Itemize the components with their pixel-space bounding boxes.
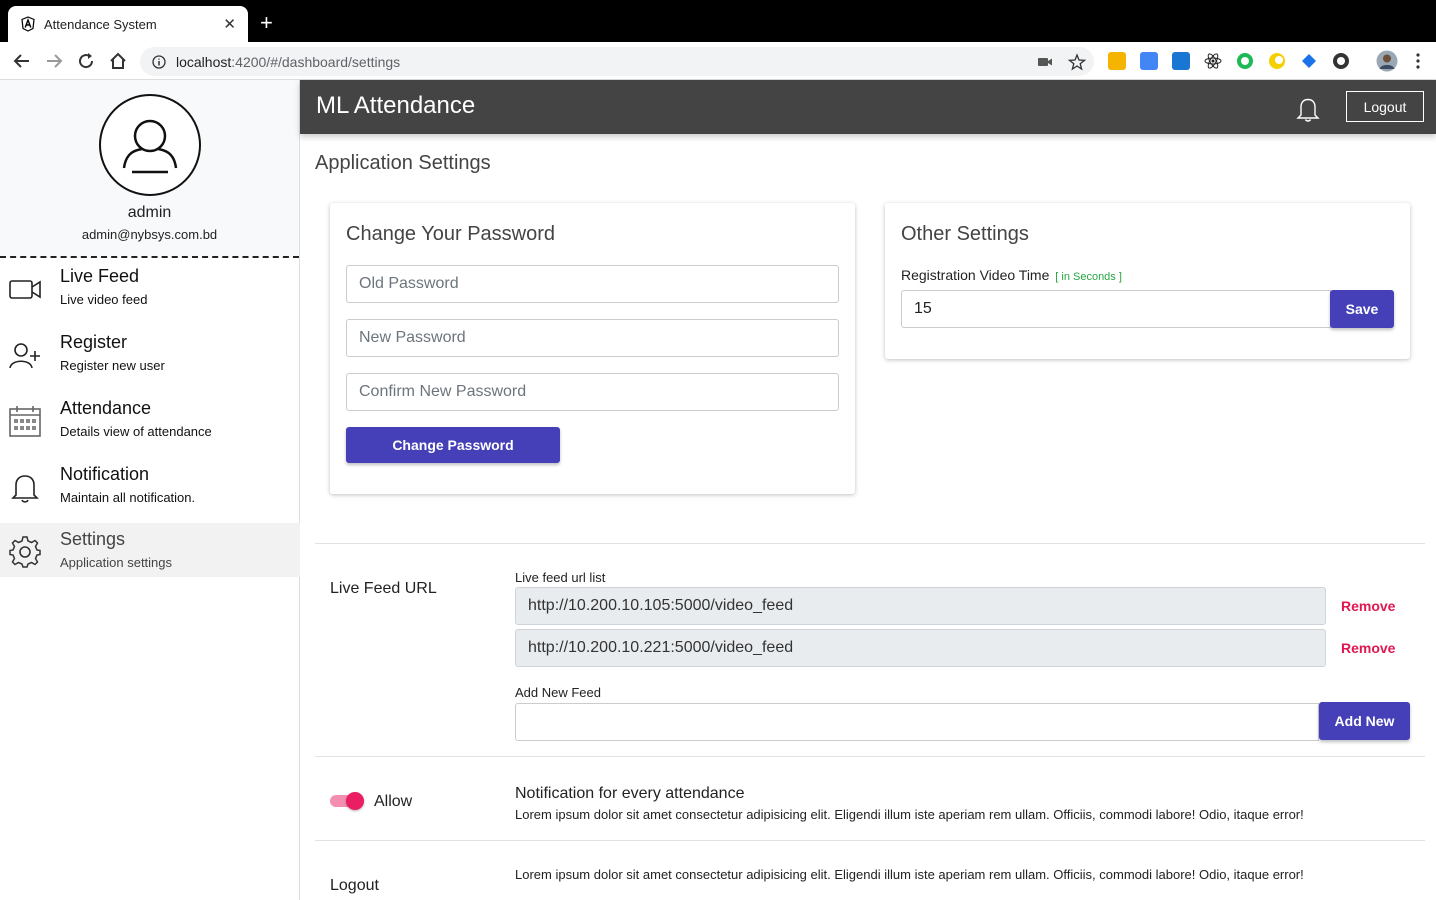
url-path: :4200/#/dashboard/settings [231,53,401,70]
feed-url-row: http://10.200.10.105:5000/video_feed [515,587,1326,625]
add-feed-label: Add New Feed [515,685,601,700]
change-password-title: Change Your Password [346,223,556,245]
url-host: localhost [176,53,232,70]
extension-diamond-icon[interactable] [1300,52,1318,70]
remove-feed-link[interactable]: Remove [1341,640,1395,656]
sidebar-item-subtitle: Register new user [60,358,165,373]
bookmark-star-icon[interactable] [1068,53,1086,71]
divider [315,543,1425,544]
page-title: Application Settings [315,152,491,174]
extension-s-icon[interactable] [1172,52,1190,70]
user-avatar-icon [122,119,177,174]
profile-avatar-icon[interactable] [1376,50,1398,72]
sidebar-item-subtitle: Live video feed [60,292,148,307]
avatar [98,94,201,196]
info-icon[interactable] [152,54,166,69]
brand-title: ML Attendance [316,92,476,119]
browser-tab[interactable]: Attendance System ✕ [8,6,248,42]
sidebar-item-attendance[interactable]: Attendance Details view of attendance [0,392,300,446]
add-feed-input[interactable] [515,703,1319,741]
video-time-hint: [ in Seconds ] [1055,271,1122,283]
sidebar-item-settings[interactable]: Settings Application settings [0,523,300,577]
address-bar[interactable]: localhost:4200/#/dashboard/settings [140,47,1094,76]
sidebar-item-title: Register [60,332,128,352]
gear-icon [9,536,41,568]
change-password-button[interactable]: Change Password [346,427,560,463]
browser-tab-bar: Attendance System ✕ + [0,0,1436,42]
sidebar-item-live-feed[interactable]: Live Feed Live video feed [0,260,300,314]
sidebar-item-title: Notification [60,464,150,484]
logout-setting-description: Lorem ipsum dolor sit amet consectetur a… [515,867,1304,882]
feed-url-row: http://10.200.10.221:5000/video_feed [515,629,1326,667]
notification-setting-description: Lorem ipsum dolor sit amet consectetur a… [515,807,1304,822]
header-logout-button[interactable]: Logout [1346,91,1424,122]
logout-section-label: Logout [330,877,379,894]
camera-indicator-icon[interactable] [1036,53,1054,71]
video-camera-icon [9,280,41,299]
header-bell-icon[interactable] [1296,96,1320,122]
back-arrow-icon[interactable] [11,50,33,72]
new-password-input[interactable]: New Password [346,319,839,357]
app-header: ML Attendance Logout [300,80,1436,134]
video-time-label: Registration Video Time [ in Seconds ] [901,267,1122,283]
other-settings-title: Other Settings [901,223,1029,245]
extension-translate-icon[interactable] [1140,52,1158,70]
divider [315,756,1425,757]
extension-json-icon[interactable] [1332,52,1350,70]
browser-menu-icon[interactable] [1409,52,1427,70]
extension-moon-icon[interactable] [1268,52,1286,70]
url-text: localhost:4200/#/dashboard/settings [176,54,400,70]
profile-email: admin@nybsys.com.bd [81,227,218,242]
calendar-icon [9,406,41,437]
confirm-password-input[interactable]: Confirm New Password [346,373,839,411]
divider [315,840,1425,841]
extension-circle-icon[interactable] [1236,52,1254,70]
reload-icon[interactable] [75,50,97,72]
video-time-input[interactable]: 15 [901,290,1331,328]
home-icon[interactable] [107,50,129,72]
sidebar: admin admin@nybsys.com.bd Live Feed Live… [0,80,300,900]
other-settings-card: Other Settings Registration Video Time [… [885,203,1410,359]
extension-notes-icon[interactable] [1108,52,1126,70]
sidebar-item-subtitle: Details view of attendance [60,424,212,439]
browser-toolbar: localhost:4200/#/dashboard/settings [0,42,1436,80]
tab-close-icon[interactable]: ✕ [223,15,236,33]
save-button[interactable]: Save [1330,290,1394,328]
sidebar-item-title: Live Feed [60,266,140,286]
add-user-icon [9,343,40,369]
live-feed-section-label: Live Feed URL [330,580,437,597]
sidebar-item-register[interactable]: Register Register new user [0,326,300,380]
add-new-feed-button[interactable]: Add New [1319,702,1410,740]
notification-setting-title: Notification for every attendance [515,785,745,802]
angular-logo-icon [21,16,35,32]
bell-icon [11,475,39,503]
sidebar-item-notification[interactable]: Notification Maintain all notification. [0,458,300,512]
toggle-knob [346,792,364,810]
sidebar-item-subtitle: Maintain all notification. [60,490,196,505]
new-tab-icon[interactable]: + [260,12,273,34]
sidebar-item-subtitle: Application settings [60,555,173,570]
forward-arrow-icon[interactable] [43,50,65,72]
sidebar-item-title: Settings [60,529,126,549]
allow-label: Allow [374,793,413,810]
extension-react-icon[interactable] [1204,52,1222,70]
video-time-label-text: Registration Video Time [901,267,1050,283]
sidebar-item-title: Attendance [60,398,152,418]
remove-feed-link[interactable]: Remove [1341,598,1395,614]
profile-name: admin [127,204,172,221]
change-password-card: Change Your Password Old Password New Pa… [330,203,855,494]
allow-notification-toggle[interactable] [330,792,366,810]
tab-title: Attendance System [44,16,157,32]
live-feed-list-label: Live feed url list [515,570,606,585]
old-password-input[interactable]: Old Password [346,265,839,303]
profile-panel: admin admin@nybsys.com.bd [0,80,299,258]
